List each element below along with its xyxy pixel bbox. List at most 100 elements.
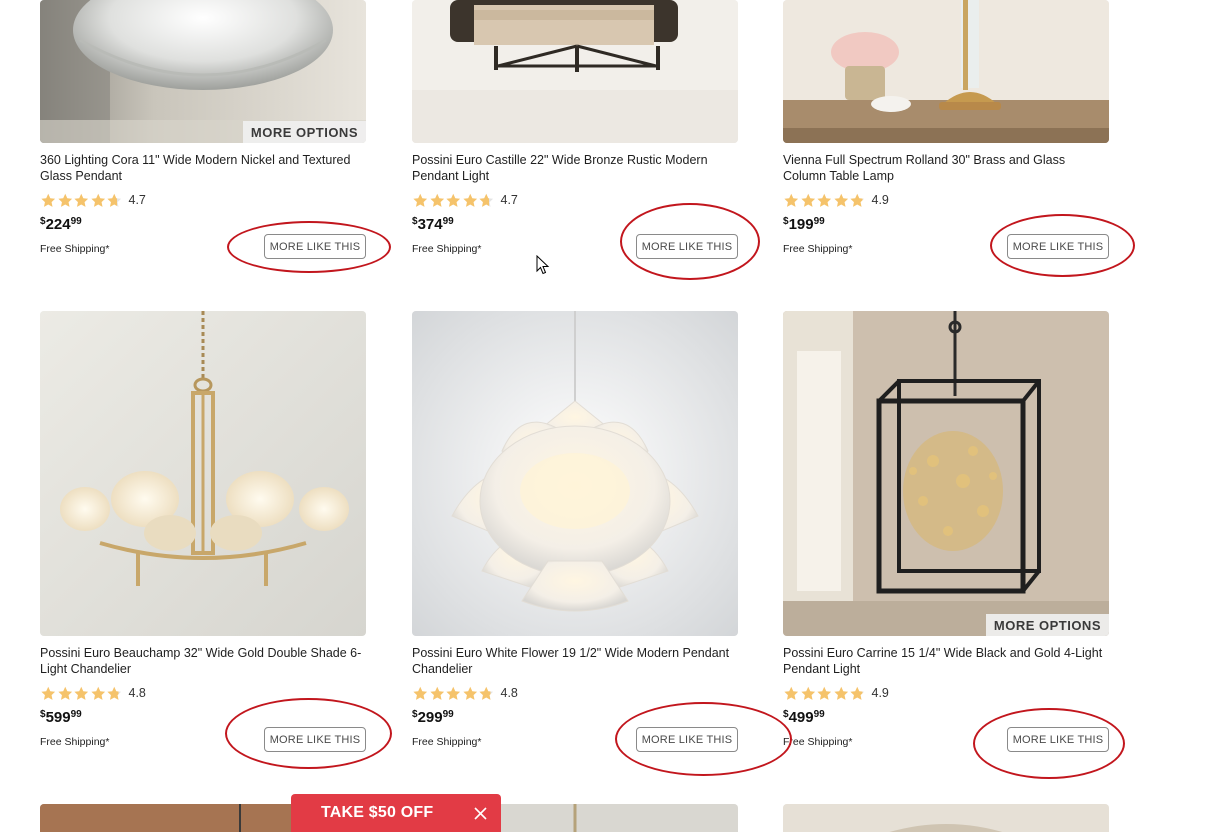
more-like-this-button[interactable]: MORE LIKE THIS — [264, 234, 366, 259]
price-cents: 99 — [813, 709, 825, 720]
product-rating: 4.9 — [783, 685, 1109, 701]
rating-stars — [412, 686, 495, 701]
product-image[interactable] — [40, 311, 366, 636]
star-icon — [429, 193, 444, 207]
star-icon — [74, 193, 89, 207]
rating-stars — [40, 686, 123, 701]
star-icon — [90, 686, 105, 700]
more-like-this-button[interactable]: MORE LIKE THIS — [636, 234, 738, 259]
product-title[interactable]: 360 Lighting Cora 11" Wide Modern Nickel… — [40, 152, 366, 186]
product-card-4[interactable]: Possini Euro White Flower 19 1/2" Wide M… — [412, 311, 738, 752]
star-icon — [413, 686, 428, 700]
product-price: $59999 — [40, 709, 366, 727]
product-price: $49999 — [783, 709, 1109, 727]
rating-value: 4.9 — [871, 193, 889, 207]
product-price: $37499 — [412, 216, 738, 234]
product-rating: 4.8 — [40, 685, 366, 701]
star-icon — [429, 686, 444, 700]
price-dollars: 199 — [788, 216, 814, 233]
product-card-1[interactable]: Possini Euro Castille 22" Wide Bronze Ru… — [412, 0, 738, 259]
star-icon — [833, 686, 848, 700]
product-title[interactable]: Possini Euro Castille 22" Wide Bronze Ru… — [412, 152, 738, 186]
product-card-0[interactable]: MORE OPTIONS 360 Lighting Cora 11" Wide … — [40, 0, 366, 259]
star-icon — [833, 193, 848, 207]
more-like-this-button[interactable]: MORE LIKE THIS — [1007, 234, 1109, 259]
star-icon — [446, 686, 461, 700]
rating-stars — [412, 193, 495, 208]
rating-value: 4.7 — [500, 193, 518, 207]
product-rating: 4.7 — [40, 192, 366, 208]
product-image-row3-3[interactable] — [783, 804, 1109, 832]
star-icon — [107, 686, 122, 700]
product-title[interactable]: Vienna Full Spectrum Rolland 30" Brass a… — [783, 152, 1109, 186]
price-dollars: 599 — [45, 709, 71, 726]
product-image[interactable]: MORE OPTIONS — [783, 311, 1109, 636]
product-image[interactable] — [412, 311, 738, 636]
star-icon — [462, 193, 477, 207]
rating-value: 4.8 — [500, 686, 518, 700]
star-icon — [784, 686, 799, 700]
product-photo-black-gold-cage-pendant — [783, 311, 1109, 636]
product-image[interactable] — [783, 0, 1109, 143]
star-icon — [413, 193, 428, 207]
product-photo-white-flower-pendant — [412, 311, 738, 636]
product-price: $22499 — [40, 216, 366, 234]
star-icon — [41, 686, 56, 700]
more-options-badge[interactable]: MORE OPTIONS — [985, 614, 1109, 636]
product-title[interactable]: Possini Euro Beauchamp 32" Wide Gold Dou… — [40, 645, 366, 679]
product-rating: 4.9 — [783, 192, 1109, 208]
product-card-2[interactable]: Vienna Full Spectrum Rolland 30" Brass a… — [783, 0, 1109, 259]
price-dollars: 224 — [45, 216, 71, 233]
rating-stars — [783, 686, 866, 701]
star-icon — [90, 193, 105, 207]
star-icon — [784, 193, 799, 207]
product-photo-gold-chandelier — [40, 311, 366, 636]
product-photo-bronze-pendant — [412, 0, 738, 143]
product-card-5[interactable]: MORE OPTIONS Possini Euro Carrine 15 1/4… — [783, 311, 1109, 752]
more-like-this-button[interactable]: MORE LIKE THIS — [264, 727, 366, 752]
star-icon — [817, 193, 832, 207]
star-icon — [800, 686, 815, 700]
product-price: $29999 — [412, 709, 738, 727]
star-icon — [57, 686, 72, 700]
star-icon — [446, 193, 461, 207]
close-icon[interactable] — [474, 807, 487, 820]
more-like-this-button[interactable]: MORE LIKE THIS — [636, 727, 738, 752]
star-icon — [462, 686, 477, 700]
more-options-badge[interactable]: MORE OPTIONS — [242, 121, 366, 143]
product-title[interactable]: Possini Euro White Flower 19 1/2" Wide M… — [412, 645, 738, 679]
rating-stars — [783, 193, 866, 208]
star-icon — [850, 686, 865, 700]
product-card-3[interactable]: Possini Euro Beauchamp 32" Wide Gold Dou… — [40, 311, 366, 752]
star-icon — [74, 686, 89, 700]
rating-value: 4.9 — [871, 686, 889, 700]
rating-stars — [40, 193, 123, 208]
star-icon — [41, 193, 56, 207]
rating-value: 4.8 — [128, 686, 146, 700]
price-dollars: 499 — [788, 709, 814, 726]
star-icon — [800, 193, 815, 207]
star-icon — [57, 193, 72, 207]
product-title[interactable]: Possini Euro Carrine 15 1/4" Wide Black … — [783, 645, 1109, 679]
price-cents: 99 — [442, 216, 454, 227]
rating-value: 4.7 — [128, 193, 146, 207]
product-price: $19999 — [783, 216, 1109, 234]
price-cents: 99 — [813, 216, 825, 227]
price-dollars: 299 — [417, 709, 443, 726]
price-cents: 99 — [442, 709, 454, 720]
price-cents: 99 — [70, 216, 82, 227]
star-icon — [107, 193, 122, 207]
promo-banner[interactable]: TAKE $50 OFF — [291, 794, 501, 832]
product-image[interactable]: MORE OPTIONS — [40, 0, 366, 143]
star-icon — [817, 686, 832, 700]
more-like-this-button[interactable]: MORE LIKE THIS — [1007, 727, 1109, 752]
product-photo-brass-table-lamp — [783, 0, 1109, 143]
promo-label[interactable]: TAKE $50 OFF — [321, 804, 433, 822]
product-image[interactable] — [412, 0, 738, 143]
mouse-cursor-icon — [536, 255, 550, 275]
star-icon — [850, 193, 865, 207]
price-dollars: 374 — [417, 216, 443, 233]
product-photo-partial — [783, 804, 1109, 832]
product-rating: 4.8 — [412, 685, 738, 701]
star-icon — [479, 193, 494, 207]
